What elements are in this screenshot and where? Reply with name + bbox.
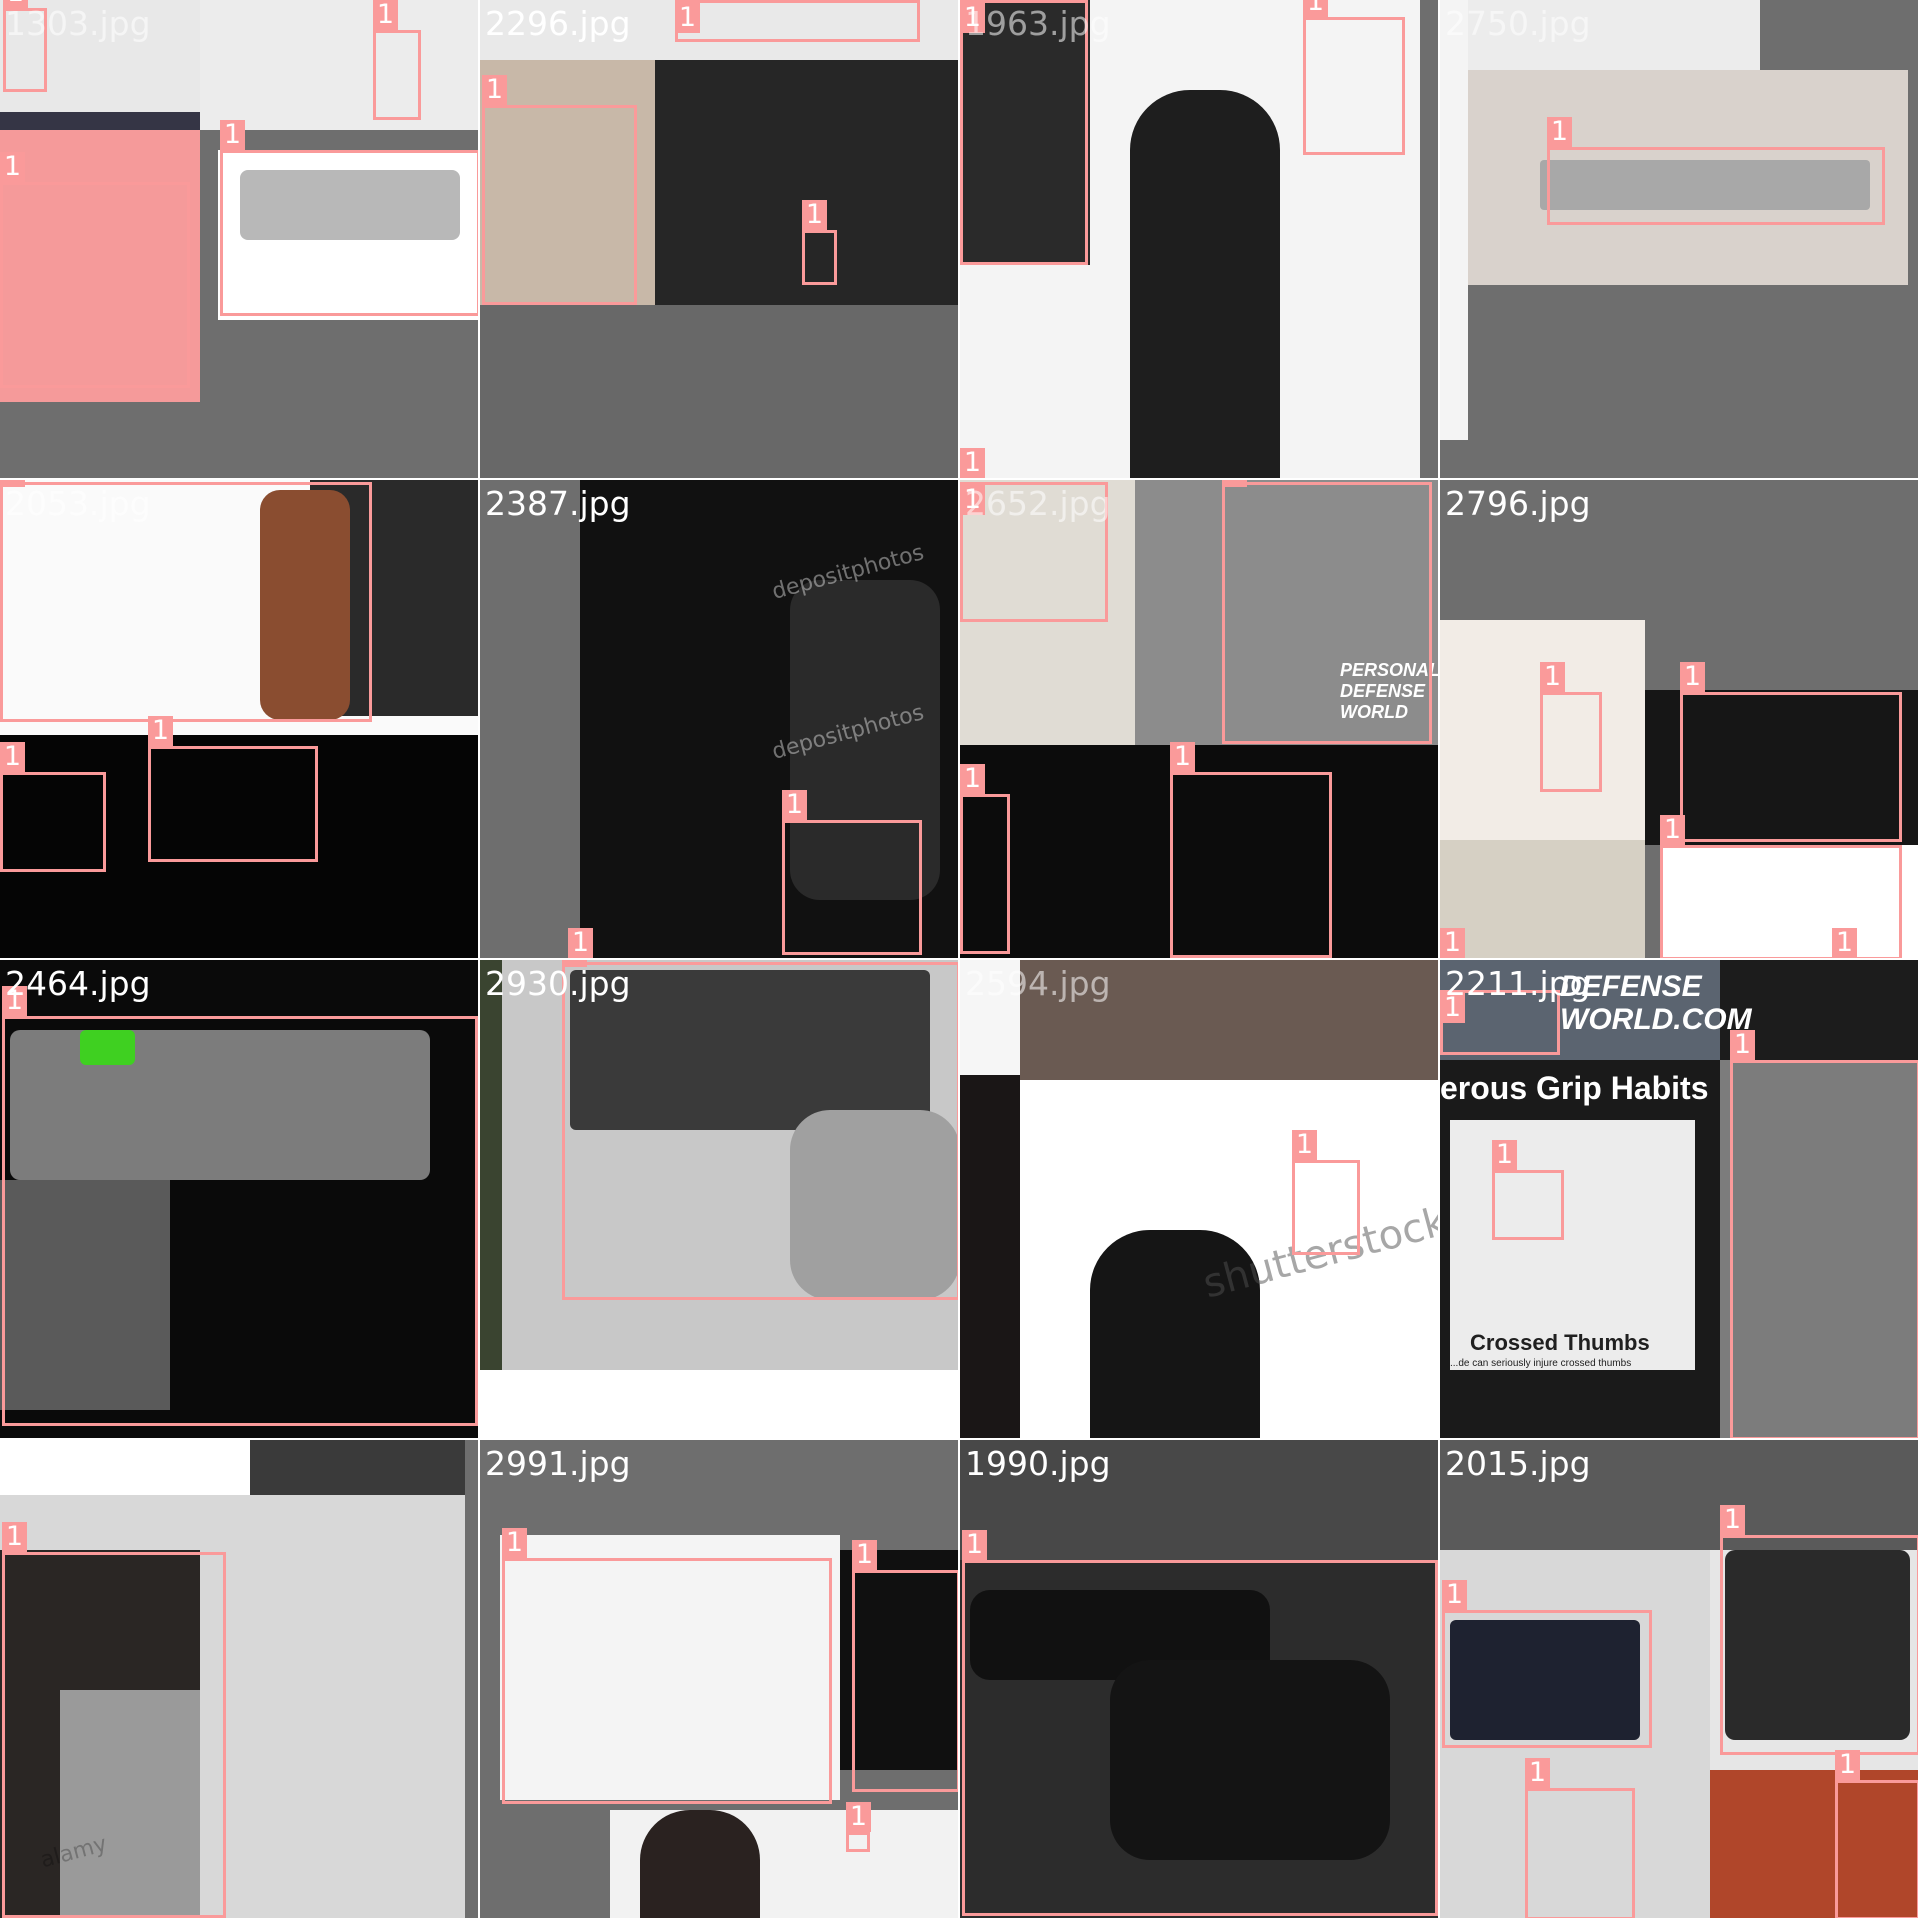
tile-1926: alamy 1926.jpg 1	[0, 1440, 480, 1920]
tile-filename: 2015.jpg	[1445, 1444, 1591, 1483]
detection-box: 1	[782, 790, 922, 955]
detection-box: 1	[1835, 1750, 1918, 1918]
tile-1963: 1963.jpg 1 1 1	[960, 0, 1440, 480]
detection-box: 1	[675, 0, 920, 42]
detection-box: 1	[1442, 1580, 1652, 1748]
tile-filename: 2991.jpg	[485, 1444, 631, 1483]
tile-filename: 2053.jpg	[5, 484, 151, 523]
tile-filename: 2796.jpg	[1445, 484, 1591, 523]
tile-2750: 2750.jpg 1	[1440, 0, 1920, 480]
tile-2464: 2464.jpg 1	[0, 960, 480, 1440]
tile-filename: 2750.jpg	[1445, 4, 1591, 43]
detection-box: 1	[1492, 1140, 1564, 1240]
tile-filename: 2594.jpg	[965, 964, 1111, 1003]
detection-box: 1	[1730, 1030, 1918, 1438]
detection-box: 1	[0, 742, 106, 872]
tile-filename: 1990.jpg	[965, 1444, 1111, 1483]
detection-box: 1	[1547, 117, 1885, 225]
detection-box: 1	[1660, 815, 1902, 958]
tile-filename: 2652.jpg	[965, 484, 1111, 523]
detection-box: 1	[0, 152, 190, 388]
detection-box: 1	[1720, 1505, 1918, 1755]
tile-filename: 2296.jpg	[485, 4, 631, 43]
mosaic-grid: 1303.jpg 1 1 1 1 2296.jpg 1 1 1 1963.jpg…	[0, 0, 1920, 1920]
tile-2991: 2991.jpg 1 1 1	[480, 1440, 960, 1920]
detection-box: 1	[802, 200, 837, 285]
detection-box: 1	[1292, 1130, 1360, 1255]
caption-subtitle: Crossed Thumbs	[1470, 1330, 1650, 1355]
tile-filename: 1303.jpg	[5, 4, 151, 43]
detection-box: 1	[373, 0, 421, 120]
detection-box: 1	[962, 1530, 1438, 1916]
detection-box: 1	[482, 75, 637, 305]
detection-box: 1	[220, 120, 478, 316]
tile-1303: 1303.jpg 1 1 1 1	[0, 0, 480, 480]
tile-2053: 2053.jpg 1 1 1	[0, 480, 480, 960]
tile-filename: 1963.jpg	[965, 4, 1111, 43]
tile-2387: depositphotos depositphotos 2387.jpg 1 1	[480, 480, 960, 960]
tile-2930: 2930.jpg 1	[480, 960, 960, 1440]
detection-box: 1	[1680, 662, 1902, 842]
tile-1990: 1990.jpg 1	[960, 1440, 1440, 1920]
caption-note: ...de can seriously injure crossed thumb…	[1450, 1358, 1632, 1369]
detection-box: 1	[960, 764, 1010, 954]
detection-box: 1	[852, 1540, 958, 1792]
tile-filename: 2464.jpg	[5, 964, 151, 1003]
detection-box: 1	[562, 960, 958, 1300]
caption-title: erous Grip Habits	[1440, 1070, 1709, 1106]
detection-box: 1	[1170, 742, 1332, 958]
tile-2015: 2015.jpg 1 1 1 1	[1440, 1440, 1920, 1920]
detection-box: 1	[1525, 1758, 1635, 1918]
detection-box: 1	[846, 1802, 871, 1852]
detection-box: 1	[502, 1528, 832, 1804]
detection-box: 1	[1222, 480, 1432, 744]
tile-filename: 2211.jpg	[1445, 964, 1591, 1003]
detection-box: 1	[148, 716, 318, 862]
detection-box: 1	[1540, 662, 1602, 792]
tile-2594: shutterstock 2594.jpg 1	[960, 960, 1440, 1440]
tile-2796: 2796.jpg 1 1 1 1 1	[1440, 480, 1920, 960]
tile-2296: 2296.jpg 1 1 1	[480, 0, 960, 480]
detection-box: 1	[2, 986, 478, 1426]
tile-2211: DEFENSE WORLD.COM erous Grip Habits Cros…	[1440, 960, 1920, 1440]
detection-box: 1	[2, 1522, 226, 1918]
tile-filename: 2387.jpg	[485, 484, 631, 523]
detection-box: 1	[1303, 0, 1405, 155]
tile-filename: 1926.jpg	[5, 1444, 151, 1483]
tile-filename: 2930.jpg	[485, 964, 631, 1003]
tile-2652: PERSONAL DEFENSE WORLD 2652.jpg 1 1 1 1	[960, 480, 1440, 960]
